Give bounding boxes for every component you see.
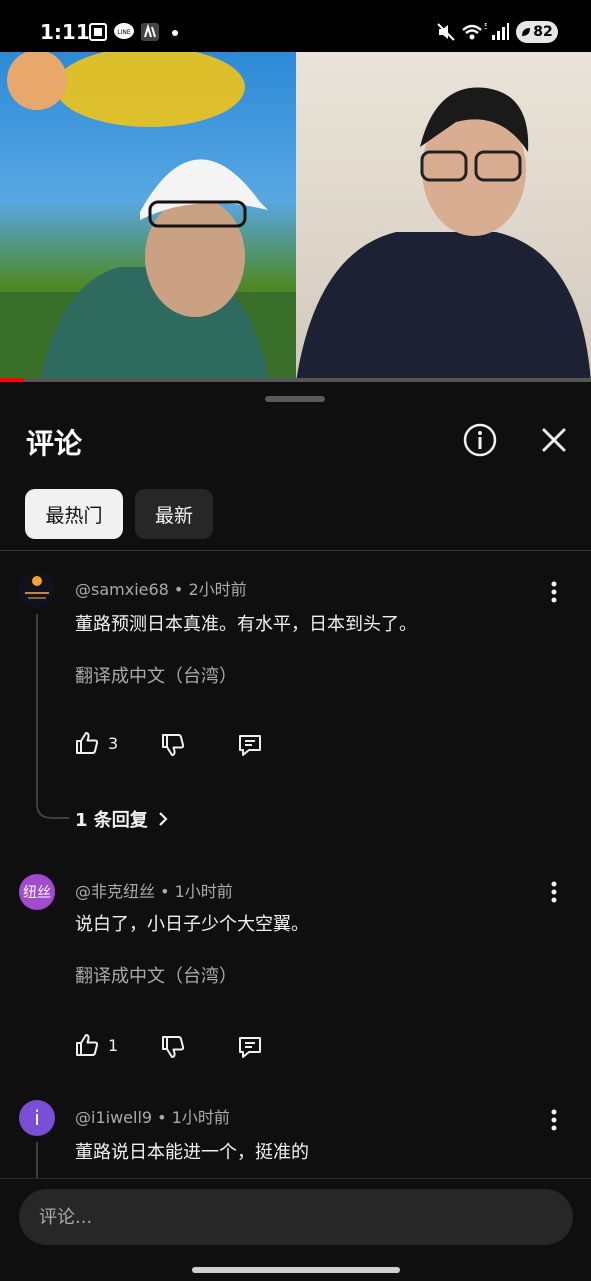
mute-icon (437, 23, 455, 41)
avatar[interactable] (19, 572, 55, 608)
like-count: 1 (108, 1035, 119, 1055)
chip-newest[interactable]: 最新 (135, 489, 213, 539)
screenshot-icon (89, 23, 107, 41)
video-progress-bar[interactable] (0, 378, 591, 382)
comment-time: 2小时前 (188, 580, 247, 599)
sheet-title: 评论 (26, 427, 83, 460)
comment-text: 说白了，小日子少个大空翼。 (75, 914, 309, 935)
comment-author[interactable]: @非克纽丝 (75, 882, 155, 901)
avatar[interactable]: 纽丝 (19, 874, 55, 910)
divider (0, 550, 591, 551)
info-icon[interactable] (462, 422, 498, 458)
thumb-up-icon (76, 732, 99, 754)
status-bar: 1:11 LINE 5 82 (0, 0, 591, 52)
home-indicator[interactable] (192, 1267, 400, 1273)
more-options-icon[interactable] (540, 578, 568, 606)
video-player[interactable] (0, 52, 591, 382)
reply-icon[interactable] (237, 732, 263, 758)
comment-time: 1小时前 (174, 882, 233, 901)
thumb-down-icon[interactable] (160, 732, 186, 758)
battery-level: 82 (533, 24, 553, 40)
wifi-label: 5 (484, 22, 487, 31)
status-time: 1:11 (40, 20, 90, 44)
dot-icon (172, 30, 178, 36)
close-icon[interactable] (536, 422, 572, 458)
reply-icon[interactable] (237, 1034, 263, 1060)
comment-text: 董路预测日本真准。有水平，日本到头了。 (75, 614, 417, 635)
app-notification-icon (141, 23, 159, 41)
comment-author[interactable]: @samxie68 (75, 580, 169, 599)
avatar[interactable]: i (19, 1100, 55, 1136)
video-left-frame (0, 52, 296, 382)
video-right-frame (296, 52, 591, 382)
more-options-icon[interactable] (540, 1106, 568, 1134)
chip-top[interactable]: 最热门 (25, 489, 123, 539)
comment-input-bar (0, 1178, 591, 1281)
like-button[interactable]: 3 (74, 730, 118, 756)
chevron-right-icon (159, 812, 168, 826)
leaf-icon (522, 28, 531, 36)
replies-count: 1 条回复 (75, 810, 148, 831)
thumb-up-icon (76, 1034, 99, 1056)
thread-curve (36, 796, 69, 819)
wifi-icon: 5 (462, 22, 487, 40)
comment-meta: @i1iwell9 • 1小时前 (75, 1108, 230, 1127)
comments-sheet: 评论 最热门 最新 @samxie68 • 2小时前 董路预测日本真准。有水平，… (0, 384, 591, 1280)
video-progress-fill (0, 378, 24, 382)
thread-line (36, 614, 38, 806)
signal-icon (492, 23, 509, 40)
line-app-icon: LINE (114, 23, 134, 39)
comment-time: 1小时前 (171, 1108, 230, 1127)
right-guest-figure (296, 87, 591, 382)
translate-link[interactable]: 翻译成中文（台湾） (75, 962, 237, 988)
comment-text: 董路说日本能进一个，挺准的 (75, 1142, 309, 1163)
translate-link[interactable]: 翻译成中文（台湾） (75, 662, 237, 688)
battery-indicator: 82 (516, 21, 558, 43)
like-button[interactable]: 1 (74, 1032, 118, 1058)
svg-text:LINE: LINE (117, 29, 131, 36)
thread-line (36, 1142, 38, 1182)
comment-meta: @非克纽丝 • 1小时前 (75, 882, 233, 901)
left-host-figure (0, 52, 296, 382)
comment-author[interactable]: @i1iwell9 (75, 1108, 152, 1127)
more-options-icon[interactable] (540, 878, 568, 906)
comment-meta: @samxie68 • 2小时前 (75, 580, 247, 599)
thumb-down-icon[interactable] (160, 1034, 186, 1060)
comment-input[interactable] (19, 1189, 573, 1245)
view-replies-button[interactable]: 1 条回复 (75, 806, 170, 832)
drag-handle[interactable] (265, 396, 325, 402)
like-count: 3 (108, 733, 119, 753)
